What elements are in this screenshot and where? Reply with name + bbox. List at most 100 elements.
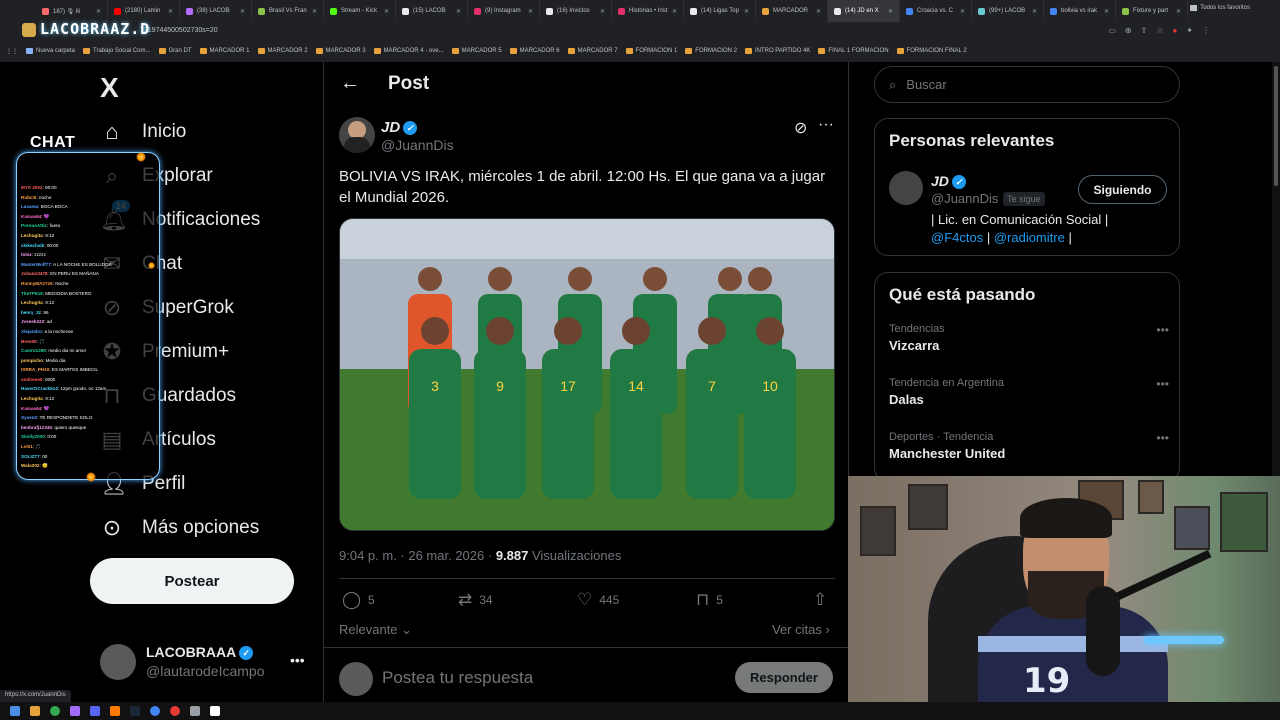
app-icon[interactable] (70, 706, 80, 716)
browser-tab[interactable]: Fixture y part ✕ (1116, 0, 1188, 22)
browser-tab[interactable]: Brasil Vs Fran ✕ (252, 0, 324, 22)
more-dots-icon[interactable]: ••• (1156, 431, 1169, 445)
reply-action[interactable]: ◯ 5 (342, 590, 375, 610)
like-action[interactable]: ♡ 445 (577, 590, 619, 610)
close-icon[interactable]: ✕ (672, 8, 677, 15)
trend-item[interactable]: Deportes · Tendencia Manchester United ••• (889, 431, 1169, 461)
share-action[interactable]: ⇧ (813, 590, 827, 610)
cast-icon[interactable]: ▭ (1108, 26, 1116, 35)
bookmark-item[interactable]: Trabajo Social Com... (83, 48, 151, 54)
browser-tab[interactable]: (15) LACOB ✕ (396, 0, 468, 22)
bookmark-item[interactable]: INTRO PARTIDO 4K (744, 48, 810, 54)
star-icon[interactable]: ☆ (1156, 26, 1163, 35)
browser-tab[interactable]: (99+) LACOB ✕ (972, 0, 1044, 22)
bookmark-item[interactable]: MARCADOR 5 (451, 48, 502, 54)
app-icon[interactable] (150, 706, 160, 716)
bookmark-item[interactable]: FORMACION 2 (685, 48, 737, 54)
app-icon[interactable] (170, 706, 180, 716)
close-icon[interactable]: ✕ (168, 8, 173, 15)
bookmark-item[interactable]: MARCADOR 3 (315, 48, 366, 54)
browser-tab[interactable]: (14) Ligas Top ✕ (684, 0, 756, 22)
more-dots-icon[interactable]: ••• (1156, 377, 1169, 391)
reply-input[interactable] (382, 668, 712, 688)
browser-tab[interactable]: Historias • Inst ✕ (612, 0, 684, 22)
bio-link[interactable]: @radiomitre (994, 230, 1065, 245)
post-button[interactable]: Postear (90, 558, 294, 604)
close-icon[interactable]: ✕ (816, 8, 821, 15)
puzzle-icon[interactable]: ✦ (1186, 26, 1193, 35)
bookmark-item[interactable]: FORMACION 1 (625, 48, 677, 54)
close-icon[interactable]: ✕ (312, 8, 317, 15)
nav-item-inicio[interactable]: ⌂ Inicio (100, 120, 186, 144)
avatar[interactable] (889, 171, 923, 205)
start-icon[interactable] (10, 706, 20, 716)
close-icon[interactable]: ✕ (528, 8, 533, 15)
browser-tab[interactable]: bolivia vs irak ✕ (1044, 0, 1116, 22)
close-icon[interactable]: ✕ (240, 8, 245, 15)
back-arrow-icon[interactable]: ← (340, 72, 360, 95)
bio-link[interactable]: @F4ctos (931, 230, 983, 245)
browser-tab[interactable]: (14) JD en X ✕ (828, 0, 900, 22)
bookmark-item[interactable]: MARCADOR 7 (567, 48, 618, 54)
quotes-link[interactable]: Ver citas › (772, 622, 830, 637)
scrollbar-thumb[interactable] (1274, 66, 1278, 186)
url-text[interactable]: 7319744500502730s=20 (140, 27, 218, 34)
x-logo[interactable]: X (100, 72, 119, 104)
bookmark-action[interactable]: ⊓ 5 (696, 590, 723, 610)
steam-icon[interactable] (130, 706, 140, 716)
close-icon[interactable]: ✕ (600, 8, 605, 15)
bookmark-item[interactable]: MARCADOR 2 (257, 48, 308, 54)
explorer-icon[interactable] (30, 706, 40, 716)
sort-dropdown[interactable]: Relevante ⌄ (339, 622, 412, 638)
apps-icon[interactable]: ⋮⋮ (6, 48, 18, 55)
discord-icon[interactable] (90, 706, 100, 716)
menu-icon[interactable]: ⋮ (1202, 26, 1210, 35)
app-icon[interactable] (210, 706, 220, 716)
post-photo[interactable]: 3 9 17 14 7 10 (339, 218, 835, 531)
bookmark-item[interactable]: FINAL 1 FORMACION (818, 48, 889, 54)
extension-icon[interactable]: ● (1172, 26, 1177, 35)
reply-button[interactable]: Responder (735, 662, 833, 693)
zoom-icon[interactable]: ⊕ (1125, 26, 1132, 35)
bookmark-item[interactable]: FORMACION FINAL 2 (896, 48, 967, 54)
close-icon[interactable]: ✕ (744, 8, 749, 15)
address-bar[interactable]: 7319744500502730s=20 ▭ ⊕ ⇪ ☆ ● ✦ ⋮ (0, 22, 1280, 42)
close-icon[interactable]: ✕ (1176, 8, 1181, 15)
bookmark-item[interactable]: MARCADOR 6 (509, 48, 560, 54)
browser-tab[interactable]: (38) LACOB ✕ (180, 0, 252, 22)
close-icon[interactable]: ✕ (1104, 8, 1109, 15)
bookmark-item[interactable]: Gran DT (158, 48, 192, 54)
bookmark-item[interactable]: MARCADOR 1 (199, 48, 250, 54)
search-box[interactable]: ⌕ Buscar (874, 66, 1180, 103)
new-tab-icon[interactable]: + (1188, 0, 1204, 22)
close-icon[interactable]: ✕ (96, 8, 101, 15)
app-icon[interactable] (190, 706, 200, 716)
more-dots-icon[interactable]: ••• (290, 652, 305, 668)
more-dots-icon[interactable]: ••• (1156, 323, 1169, 337)
close-icon[interactable]: ✕ (960, 8, 965, 15)
bookmark-item[interactable]: MARCADOR 4 - ove... (373, 48, 444, 54)
app-icon[interactable] (110, 706, 120, 716)
share-icon[interactable]: ⇪ (1141, 26, 1148, 35)
repost-action[interactable]: ⇄ 34 (458, 590, 493, 610)
relevant-handle[interactable]: @JuannDis (931, 191, 998, 206)
more-dots-icon[interactable]: ··· (818, 116, 834, 134)
following-button[interactable]: Siguiendo (1078, 175, 1167, 204)
chrome-icon[interactable] (50, 706, 60, 716)
account-switcher[interactable]: LACOBRAAA ✓ @lautarodeIcampo ••• (100, 642, 310, 692)
trend-item[interactable]: Tendencias Vizcarra ••• (889, 323, 1169, 353)
browser-tab[interactable]: (2180) Lamin ✕ (108, 0, 180, 22)
browser-tab[interactable]: Croacia vs. C ✕ (900, 0, 972, 22)
all-bookmarks[interactable]: Todos los favoritos (1190, 5, 1250, 11)
browser-tab[interactable]: 187) 🎙 lli ✕ (36, 0, 108, 22)
close-icon[interactable]: ✕ (888, 8, 893, 15)
relevant-name[interactable]: JD ✓ (931, 173, 966, 190)
author-handle[interactable]: @JuannDis (381, 137, 454, 153)
grok-icon[interactable]: ⊘ (794, 118, 807, 138)
nav-item-más-opciones[interactable]: ⊙ Más opciones (100, 516, 259, 540)
browser-tab[interactable]: (16) Invictos ✕ (540, 0, 612, 22)
author-name[interactable]: JD ✓ (381, 119, 418, 136)
browser-tab[interactable]: Stream - Kick ✕ (324, 0, 396, 22)
browser-tab[interactable]: MARCADOR ✕ (756, 0, 828, 22)
close-icon[interactable]: ✕ (456, 8, 461, 15)
